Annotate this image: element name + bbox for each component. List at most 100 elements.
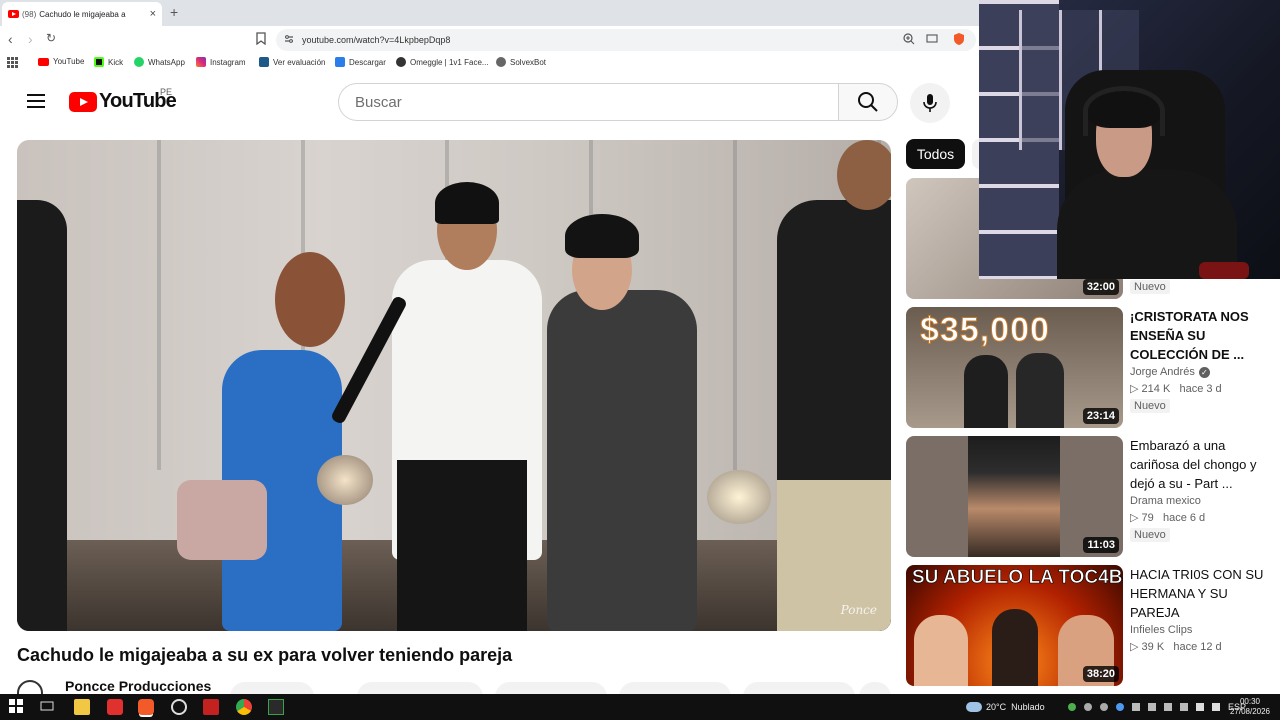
bookmark-label: Instagram — [210, 57, 246, 67]
search-input[interactable] — [338, 83, 838, 121]
tab-close-icon[interactable]: × — [150, 8, 156, 20]
address-bar[interactable]: youtube.com/watch?v=4LkpbepDqp8 — [276, 29, 976, 51]
search-button[interactable] — [838, 83, 898, 121]
task-view-icon[interactable] — [40, 699, 56, 715]
bookmark-label: SolvexBot — [510, 57, 547, 67]
cast-icon[interactable] — [926, 34, 938, 46]
recommendation-channel[interactable]: Infieles Clips — [1130, 624, 1276, 636]
tray-icon[interactable] — [1180, 703, 1188, 711]
obs-icon[interactable] — [171, 699, 187, 715]
person-young-man — [547, 290, 697, 631]
new-tab-button[interactable]: + — [170, 4, 178, 20]
recommendation-meta: ▷ 79 hace 6 d — [1130, 511, 1276, 524]
epic-games-icon[interactable] — [268, 699, 284, 715]
bookmark-ver-evaluacion[interactable]: Ver evaluación — [259, 57, 325, 67]
video-duration: 11:03 — [1083, 537, 1119, 553]
volume-icon[interactable] — [1196, 703, 1204, 711]
weather-description: Nublado — [1011, 702, 1045, 712]
video-watermark: Ponce — [840, 603, 877, 617]
thumbnail-person-right — [1016, 353, 1064, 428]
video-player[interactable]: Ponce — [17, 140, 891, 631]
play-count-icon: ▷ — [1130, 383, 1139, 395]
save-button[interactable] — [743, 682, 855, 694]
bookmark-page-icon[interactable] — [256, 32, 266, 48]
back-arrow-icon[interactable]: ‹ — [8, 31, 13, 47]
tray-icon[interactable] — [1084, 703, 1092, 711]
tray-icon[interactable] — [1148, 703, 1156, 711]
channel-row: Poncce Producciones — [17, 676, 891, 694]
recommendation-info[interactable]: Embarazó a una cariñosa del chongo y dej… — [1130, 436, 1276, 543]
recommendation-channel[interactable]: Drama mexico — [1130, 495, 1276, 507]
chrome-icon[interactable] — [236, 699, 252, 715]
tray-icon[interactable] — [1068, 703, 1076, 711]
recommendation-thumbnail[interactable]: $35,000 23:14 — [906, 307, 1123, 428]
view-count: 79 — [1141, 512, 1154, 524]
browser-tabstrip: (98) Cachudo le migajeaba a × + — [0, 0, 980, 26]
recommendation-item[interactable]: $35,000 23:14 ¡CRISTORATA NOS ENSEÑA SU … — [906, 307, 1280, 428]
bookmark-omeggle[interactable]: Omeggle | 1v1 Face... — [396, 57, 489, 67]
bookmark-label: WhatsApp — [148, 57, 185, 67]
apps-grid-icon[interactable] — [7, 57, 18, 68]
brave-browser-icon[interactable] — [138, 699, 154, 715]
channel-name[interactable]: Poncce Producciones — [65, 678, 211, 694]
bookmark-solvexbot[interactable]: SolvexBot — [496, 57, 546, 67]
recommendation-info[interactable]: HACIA TRI0S CON SU HERMANA Y SU PAREJA I… — [1130, 565, 1276, 653]
recommendation-title: ¡CRISTORATA NOS ENSEÑA SU COLECCIÓN DE .… — [1130, 309, 1249, 362]
more-actions-button[interactable] — [859, 682, 891, 694]
download-button[interactable] — [619, 682, 731, 694]
bookmark-label: Kick — [108, 57, 124, 67]
streaming-app-icon[interactable] — [203, 699, 219, 715]
recommendation-item[interactable]: 11:03 Embarazó a una cariñosa del chongo… — [906, 436, 1280, 557]
taskbar-clock[interactable]: 00:30 27/08/2026 — [1230, 697, 1270, 717]
thumbnail-inner-frame — [968, 436, 1060, 557]
clock-date: 27/08/2026 — [1229, 707, 1270, 716]
browser-navbar: ‹ › ↻ youtube.com/watch?v=4LkpbepDqp8 — [0, 26, 980, 54]
share-button[interactable] — [495, 682, 607, 694]
bookmark-kick[interactable]: Kick — [94, 57, 123, 67]
thumbnail-text: SU ABUELO LA TOC4B4 — [912, 567, 1123, 589]
windows-start-icon[interactable] — [9, 699, 25, 715]
recommendation-item[interactable]: SU ABUELO LA TOC4B4 38:20 HACIA TRI0S CO… — [906, 565, 1280, 686]
youtube-logo[interactable]: YouTube PE — [69, 87, 177, 113]
voice-search-button[interactable] — [910, 83, 950, 123]
clock-time: 00:30 — [1239, 697, 1260, 706]
bookmark-descargar[interactable]: Descargar — [335, 57, 386, 67]
zoom-icon[interactable] — [903, 33, 915, 47]
menu-icon[interactable] — [27, 94, 45, 108]
video-duration: 23:14 — [1082, 408, 1119, 424]
subscribe-button[interactable] — [230, 682, 314, 694]
site-settings-icon[interactable] — [284, 34, 294, 44]
weather-temperature: 20°C — [986, 702, 1007, 712]
cloud-icon — [966, 702, 982, 712]
reload-icon[interactable]: ↻ — [46, 31, 56, 45]
tray-icon[interactable] — [1132, 703, 1140, 711]
file-explorer-icon[interactable] — [74, 699, 90, 715]
bookmark-youtube[interactable]: YouTube — [38, 57, 84, 66]
tray-icon[interactable] — [1100, 703, 1108, 711]
person-left-edge — [17, 200, 67, 631]
tray-icon[interactable] — [1164, 703, 1172, 711]
recommendation-info[interactable]: ¡CRISTORATA NOS ENSEÑA SU COLECCIÓN DE .… — [1130, 307, 1276, 414]
tray-icon[interactable] — [1116, 703, 1124, 711]
chip-todos[interactable]: Todos — [906, 139, 965, 169]
recommendation-thumbnail[interactable]: 11:03 — [906, 436, 1123, 557]
thumbnail-person-center — [992, 609, 1038, 686]
recommendation-channel[interactable]: Jorge Andrés ✓ — [1130, 366, 1276, 378]
like-dislike-button[interactable] — [357, 682, 483, 694]
brave-shield-icon[interactable] — [953, 32, 965, 48]
evaluation-icon — [259, 57, 269, 67]
bookmark-whatsapp[interactable]: WhatsApp — [134, 57, 185, 67]
bookmark-label: Omeggle | 1v1 Face... — [410, 57, 489, 67]
video-title: Cachudo le migajeaba a su ex para volver… — [17, 645, 513, 665]
browser-tab-youtube[interactable]: (98) Cachudo le migajeaba a × — [2, 2, 162, 26]
network-icon[interactable] — [1212, 703, 1220, 711]
youtube-header: YouTube PE — [0, 72, 980, 132]
weather-widget[interactable]: 20°C Nublado — [966, 694, 1045, 720]
windows-taskbar: 20°C Nublado ESP 00:30 27/08/2026 — [0, 694, 1280, 720]
forward-arrow-icon[interactable]: › — [28, 31, 33, 47]
bookmark-instagram[interactable]: Instagram — [196, 57, 246, 67]
media-app-icon[interactable] — [107, 699, 123, 715]
view-count: 39 K — [1141, 641, 1165, 653]
recommendation-thumbnail[interactable]: SU ABUELO LA TOC4B4 38:20 — [906, 565, 1123, 686]
channel-avatar[interactable] — [17, 680, 43, 694]
